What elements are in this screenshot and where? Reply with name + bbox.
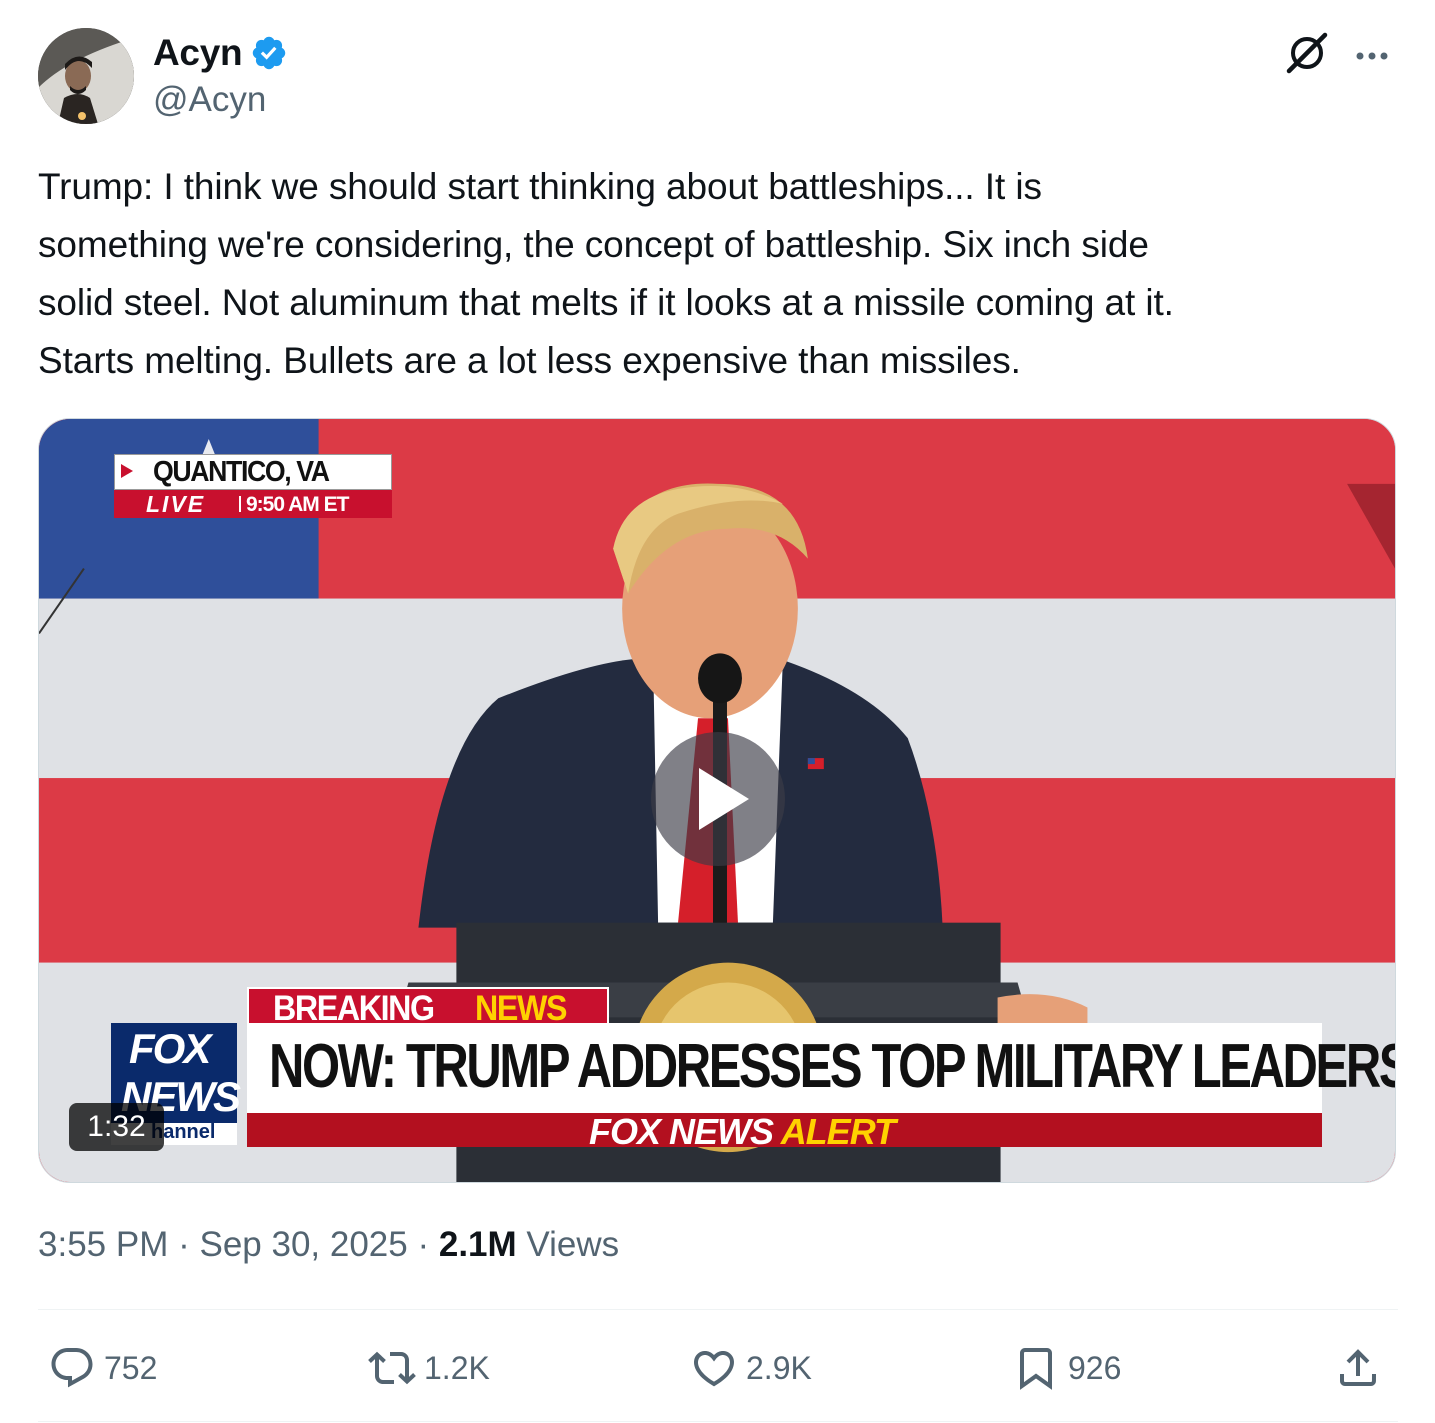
reply-button[interactable]: 752 bbox=[48, 1336, 157, 1400]
like-count: 2.9K bbox=[746, 1349, 812, 1386]
alert-bar: FOX NEWS ALERT bbox=[247, 1111, 1322, 1152]
play-icon bbox=[699, 768, 749, 830]
play-button[interactable] bbox=[651, 732, 785, 866]
tweet-time[interactable]: 3:55 PM bbox=[38, 1225, 168, 1264]
tweet-header: Acyn @Acyn bbox=[38, 28, 1398, 128]
bookmark-icon bbox=[1020, 1348, 1052, 1390]
handle[interactable]: @Acyn bbox=[153, 80, 266, 120]
bookmark-button[interactable]: 926 bbox=[1012, 1336, 1121, 1400]
grok-icon[interactable] bbox=[1284, 30, 1330, 76]
repost-icon bbox=[368, 1351, 416, 1385]
display-name[interactable]: Acyn bbox=[153, 32, 243, 74]
alert-network: FOX NEWS bbox=[589, 1111, 774, 1152]
breaking-news-banner: BREAKING NEWS bbox=[247, 987, 609, 1028]
meta-separator: · bbox=[417, 1225, 430, 1264]
video-duration: 1:32 bbox=[69, 1103, 164, 1151]
tweet-text: Trump: I think we should start thinking … bbox=[38, 166, 1174, 381]
verified-badge-icon bbox=[253, 36, 286, 70]
alert-text: FOX NEWS ALERT bbox=[589, 1111, 896, 1153]
repost-count: 1.2K bbox=[424, 1349, 490, 1386]
bookmark-count: 926 bbox=[1068, 1349, 1122, 1386]
headline-text: NOW: TRUMP ADDRESSES TOP MILITARY LEADER… bbox=[269, 1032, 1396, 1101]
like-button[interactable]: 2.9K bbox=[690, 1336, 812, 1400]
logo-line-1: FOX bbox=[129, 1025, 211, 1072]
reply-count: 752 bbox=[104, 1349, 158, 1386]
divider bbox=[38, 1421, 1398, 1422]
tweet-meta: 3:55 PM · Sep 30, 2025 · 2.1M Views bbox=[38, 1225, 619, 1265]
views-label: Views bbox=[526, 1225, 620, 1264]
chyron-divider bbox=[239, 496, 241, 512]
repost-button[interactable]: 1.2K bbox=[368, 1336, 490, 1400]
avatar[interactable] bbox=[38, 28, 134, 124]
chyron-arrow-icon bbox=[121, 464, 133, 478]
views-count: 2.1M bbox=[438, 1225, 517, 1264]
live-label: LIVE bbox=[146, 491, 206, 517]
headline-bar: NOW: TRUMP ADDRESSES TOP MILITARY LEADER… bbox=[247, 1023, 1395, 1113]
more-icon[interactable] bbox=[1352, 32, 1392, 72]
video-player[interactable]: QUANTICO, VA LIVE 9:50 AM ET BREAKING NE… bbox=[38, 418, 1396, 1183]
location-chyron: QUANTICO, VA LIVE 9:50 AM ET bbox=[114, 454, 392, 518]
share-button[interactable] bbox=[1334, 1336, 1390, 1400]
reply-icon bbox=[51, 1348, 93, 1388]
action-bar: 752 1.2K 2.9K 926 bbox=[38, 1336, 1398, 1406]
like-icon bbox=[693, 1351, 735, 1387]
tweet-date[interactable]: Sep 30, 2025 bbox=[199, 1225, 407, 1264]
share-icon bbox=[1340, 1349, 1376, 1386]
location-text: QUANTICO, VA bbox=[153, 456, 330, 488]
meta-separator: · bbox=[178, 1225, 190, 1264]
alert-label: ALERT bbox=[780, 1111, 896, 1152]
broadcast-time: 9:50 AM ET bbox=[246, 493, 349, 516]
divider bbox=[38, 1309, 1398, 1310]
